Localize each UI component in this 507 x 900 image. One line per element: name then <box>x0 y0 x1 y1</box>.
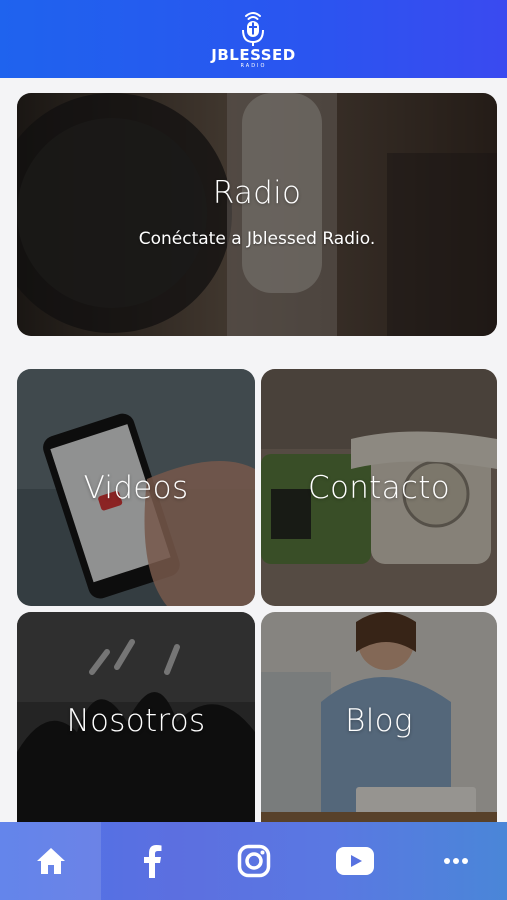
radio-title: Radio <box>212 174 302 211</box>
instagram-icon <box>237 844 270 878</box>
microphone-logo-icon <box>242 12 265 46</box>
more-icon <box>444 858 469 864</box>
logo-name: JBLESSED <box>211 46 296 64</box>
bottom-navigation <box>0 822 507 900</box>
app-header: JBLESSED RADIO <box>0 0 507 78</box>
nav-home[interactable] <box>0 822 102 900</box>
nav-youtube[interactable] <box>304 822 405 900</box>
about-tile[interactable]: Nosotros <box>17 612 255 830</box>
logo-subtitle: RADIO <box>240 63 267 69</box>
contact-title: Contacto <box>308 469 450 506</box>
videos-title: Videos <box>83 469 189 506</box>
app-logo: JBLESSED RADIO <box>211 9 295 69</box>
radio-subtitle: Conéctate a Jblessed Radio. <box>138 228 376 249</box>
facebook-icon <box>144 845 162 878</box>
blog-tile[interactable]: Blog <box>261 612 497 830</box>
blog-title: Blog <box>345 703 413 739</box>
home-icon <box>36 848 65 874</box>
nav-instagram[interactable] <box>203 822 304 900</box>
radio-tile[interactable]: Radio Conéctate a Jblessed Radio. <box>17 93 497 336</box>
youtube-icon <box>335 847 374 875</box>
contact-tile[interactable]: Contacto <box>261 369 497 606</box>
nav-facebook[interactable] <box>101 822 202 900</box>
about-title: Nosotros <box>66 703 206 739</box>
videos-tile[interactable]: Videos <box>17 369 255 606</box>
nav-more[interactable] <box>406 822 507 900</box>
